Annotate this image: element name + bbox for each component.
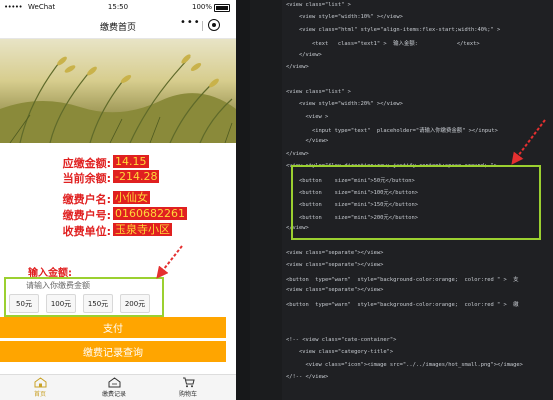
amount-50-button[interactable]: 50元 [9,294,39,313]
code-line[interactable]: </!-- </view> [286,374,328,380]
line-number-gutter [250,0,282,400]
code-line[interactable]: <view class="html" style="align-items:fl… [286,27,500,33]
code-line[interactable]: <view class="icon"><image src="../../ima… [286,362,522,368]
tab-label: 购物车 [178,391,197,398]
code-line[interactable]: <!-- <view class="cate-container"> [286,337,396,343]
tab-cart[interactable]: 购物车 [158,377,218,398]
code-line[interactable]: <view class="separate"></view> [286,287,383,293]
cart-icon [182,377,195,388]
amount-150-button[interactable]: 150元 [83,294,113,313]
amount-100-button[interactable]: 100元 [46,294,76,313]
info-value: 0160682261 [113,207,187,220]
more-dots-icon[interactable]: ••• [180,17,201,28]
tab-records[interactable]: 缴费记录 [84,377,144,398]
amount-input-area: 50元 100元 150元 200元 [4,277,164,317]
amount-input[interactable] [26,280,146,290]
phone-simulator: ••••• WeChat 15:50 100% 缴费首页 ••• 应缴金额: 1… [0,0,236,400]
code-line[interactable]: <view style="width:10%" ></view> [286,14,403,20]
mini-program-capsule: ••• [178,17,226,33]
code-line[interactable]: <view class="list" > [286,89,351,95]
status-bar: ••••• WeChat 15:50 100% [0,0,236,14]
code-line[interactable]: <button type="warn" style="background-co… [286,275,519,283]
payment-records-button[interactable]: 缴费记录查询 [0,341,226,362]
amount-200-button[interactable]: 200元 [120,294,150,313]
info-label: 收费单位: [62,225,111,238]
code-line[interactable]: <view class="separate"></view> [286,262,383,268]
info-value: 14.15 [113,155,149,168]
code-line[interactable]: <view style="width:20%" ></view> [286,101,403,107]
code-line[interactable]: <input type="text" placeholder="请输入你缴费金额… [286,126,498,134]
tab-label: 缴费记录 [101,391,126,398]
code-line[interactable]: <view class="category-title"> [286,349,393,355]
code-highlight-box [291,165,541,240]
battery-percent: 100% [191,3,212,11]
pane-divider [236,0,250,400]
info-label: 当前余额: [62,172,111,185]
tab-bar: 首页 缴费记录 购物车 [0,374,236,400]
nav-bar: 缴费首页 ••• [0,14,236,39]
rice-field-photo [0,39,236,143]
code-line[interactable]: <view class="list" > [286,2,351,8]
code-line[interactable]: </view> [286,52,322,58]
tab-home[interactable]: 首页 [10,377,70,398]
code-line[interactable]: <view > [286,114,328,120]
target-close-icon[interactable] [208,19,220,31]
info-value: 玉泉寺小区 [113,223,172,236]
code-line[interactable]: <text class="text1" > 输入金额: </text> [286,39,480,47]
info-label: 缴费户号: [62,209,111,222]
capsule-divider [202,21,203,31]
tab-label: 首页 [33,391,46,398]
pay-button[interactable]: 支付 [0,317,226,338]
battery-icon [214,4,230,12]
banner-image [0,39,236,143]
code-line[interactable]: <view class="separate"></view> [286,250,383,256]
record-house-icon [108,377,120,388]
code-line[interactable]: </view> [286,64,309,70]
home-icon [34,377,46,388]
info-label: 应缴金额: [62,157,111,170]
code-line[interactable]: <button type="warn" style="background-co… [286,300,519,308]
code-line[interactable]: </view> [286,138,328,144]
info-value: -214.28 [113,170,160,183]
info-value: 小仙女 [113,191,150,204]
info-label: 缴费户名: [62,193,111,206]
code-line[interactable]: </view> [286,151,309,157]
